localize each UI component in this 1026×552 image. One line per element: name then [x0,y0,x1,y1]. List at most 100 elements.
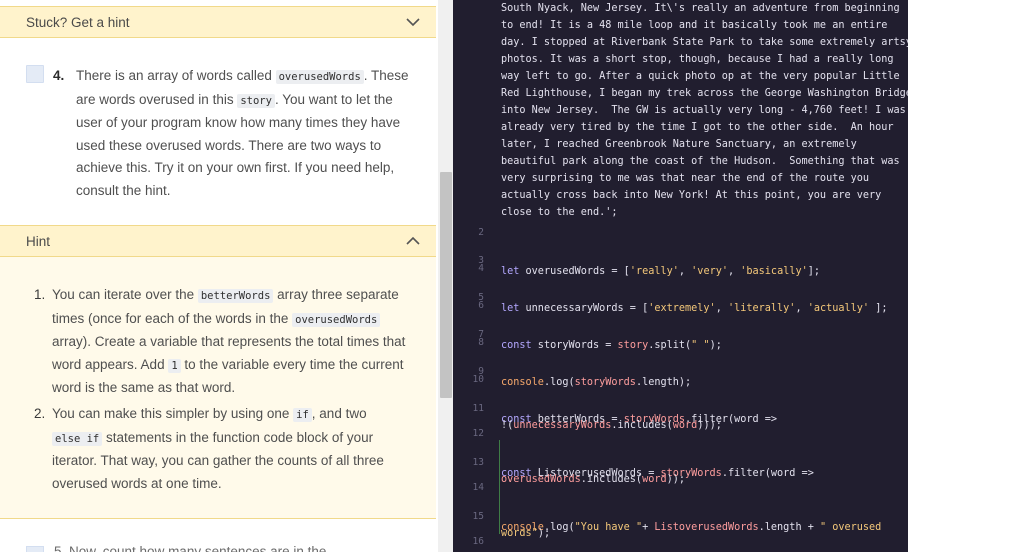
code-token: , [795,303,808,314]
line-number: 12 [472,428,484,439]
code-text: close to the end.'; [501,207,618,218]
code-text: actually cross back into New York! At th… [501,190,882,201]
browser-preview-pane [908,0,1026,552]
code-text: later, I reached Greenbrook Nature Sanct… [501,139,857,150]
line-number: 8 [478,337,484,348]
hint-text: statements in the function code block of… [52,429,384,491]
inline-code: overusedWords [292,312,381,327]
code-token: word [642,474,667,485]
code-token: .split( [648,340,692,351]
hint-item-text: You can iterate over the betterWords arr… [52,284,414,400]
code-token: let [501,303,520,314]
code-token: ); [709,340,722,351]
code-token: .length); [635,377,692,388]
code-token: , [715,303,728,314]
code-line: let overusedWords = ['really', 'very', '… [501,266,820,277]
hint-toggle[interactable]: Hint [0,225,436,257]
code-editor[interactable]: South Nyack, New Jersey. It\'s really an… [453,0,908,552]
hint-content: 1. You can iterate over the betterWords … [0,257,436,519]
code-token: unnecessaryWords [513,420,612,431]
chevron-up-icon [406,236,420,248]
code-token: ]; [807,266,821,277]
code-token: , [727,266,741,277]
code-token: ); [537,528,551,539]
code-token: overusedWords [501,474,581,485]
code-token: let [501,266,520,277]
line-number: 2 [478,227,484,238]
code-line: console.log(storyWords.length); [501,377,691,388]
line-number: 16 [472,536,484,547]
inline-code: overusedWords [275,70,364,84]
instructions-panel: Stuck? Get a hint 4. There is an array o… [0,0,438,552]
code-text: already very tired by the time I got to … [501,122,894,133]
code-token: storyWords = [531,340,618,351]
code-token: 'really' [629,266,679,277]
code-token: !( [501,420,514,431]
code-token: overusedWords = [ [519,266,630,277]
hint-text: , and two [311,406,367,421]
code-text: day. I stopped at Riverbank State Park t… [501,37,908,48]
line-number: 10 [472,374,484,385]
hint-item-number: 2. [34,406,46,421]
code-token: 'actually' [807,303,870,314]
task-text: There is an array of words called [76,68,276,83]
code-token: word [672,420,698,431]
hint-item-text: You can make this simpler by using one i… [52,403,414,495]
code-line: let unnecessaryWords = ['extremely', 'li… [501,303,887,314]
code-text: photos. It was a short stop, though, bec… [501,54,894,65]
code-text: Red Lighthouse, I began my trek across t… [501,88,908,99]
chevron-down-icon [406,17,420,29]
code-token: .includes( [611,420,673,431]
task-checkbox[interactable] [26,546,44,552]
task-5-text: 5. Now, count how many sentences are in … [54,544,327,552]
code-line: const storyWords = story.split(" "); [501,340,722,351]
task-number: 4. [53,68,65,83]
inline-code: 1 [168,358,181,373]
hint-item-number: 1. [34,287,46,302]
code-token: 'literally' [727,303,796,314]
code-text: beautiful park along the coast of the Hu… [501,156,900,167]
code-text: to end! It is a 48 mile loop and it basi… [501,20,888,31]
code-token: .log( [543,377,575,388]
code-token: storyWords [574,377,636,388]
scrollbar-thumb[interactable] [440,172,452,398]
code-line: overusedWords.includes(word)); [501,474,685,485]
code-token: " " [691,340,710,351]
code-line: words"); [501,528,550,539]
code-token: 'basically' [740,266,808,277]
hint-item: 1. You can iterate over the betterWords … [34,284,414,400]
code-text: South Nyack, New Jersey. It\'s really an… [501,3,900,14]
code-token: )); [666,474,686,485]
code-text: into New Jersey. The GW is actually very… [501,105,906,116]
code-token: story [617,340,649,351]
line-number: 14 [472,482,484,493]
code-token: , [678,266,692,277]
code-token: words" [501,528,538,539]
task-checkbox[interactable] [26,65,44,83]
hint-text: You can iterate over the [52,287,198,302]
task-5: 5. Now, count how many sentences are in … [0,538,436,552]
code-line: !(unnecessaryWords.includes(word))); [501,420,722,431]
line-number: 6 [478,300,484,311]
inline-code: else if [52,431,103,446]
inline-code: if [293,408,312,422]
code-token: ))); [697,420,722,431]
get-hint-label: Stuck? Get a hint [26,15,130,30]
code-token: 'extremely' [648,303,716,314]
code-text: very surprising to me was that near the … [501,173,870,184]
hint-text: You can make this simpler by using one [52,406,294,421]
hint-item: 2. You can make this simpler by using on… [34,403,414,495]
code-token: unnecessaryWords = [ [519,303,649,314]
line-number: 4 [478,263,484,274]
task-description: There is an array of words called overus… [76,65,421,203]
inline-code: story [237,93,275,108]
code-token: const [501,340,532,351]
code-text: way left to go. After a quick photo op a… [501,71,900,82]
inline-code: betterWords [197,289,274,303]
code-token: console [501,377,544,388]
get-hint-toggle[interactable]: Stuck? Get a hint [0,6,436,38]
code-token: ]; [869,303,888,314]
code-token: .includes( [580,474,643,485]
hint-label: Hint [26,234,51,249]
code-token: 'very' [691,266,728,277]
